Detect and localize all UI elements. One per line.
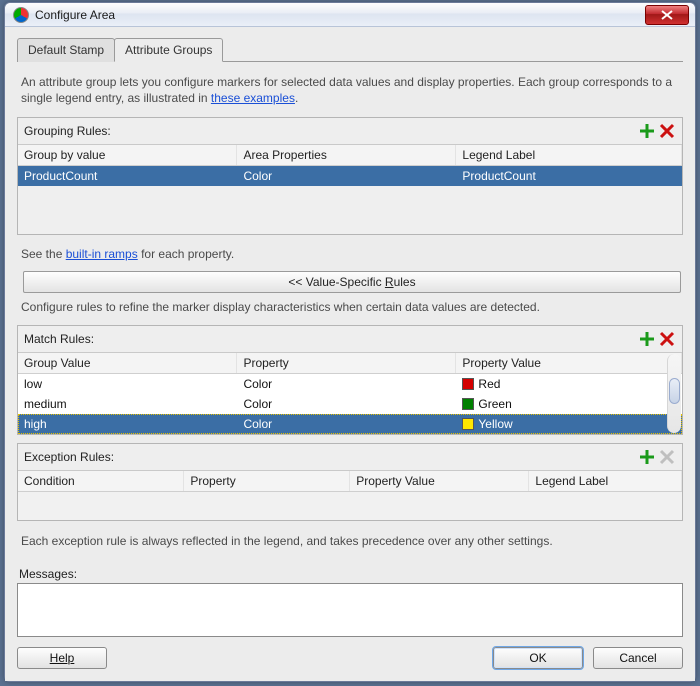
grouping-empty-area: [18, 186, 682, 234]
col-property-value[interactable]: Property Value: [456, 353, 682, 374]
color-swatch: [462, 398, 474, 410]
color-swatch: [462, 378, 474, 390]
exception-table-wrap: Condition Property Property Value Legend…: [18, 471, 682, 520]
match-rules-section: Match Rules: Group Value Property Proper…: [17, 325, 683, 435]
tab-attribute-groups[interactable]: Attribute Groups: [114, 38, 223, 62]
grouping-add-button[interactable]: [638, 122, 656, 140]
close-button[interactable]: [645, 5, 689, 25]
messages-box[interactable]: [17, 583, 683, 637]
ramps-pre: See the: [21, 247, 66, 261]
x-icon: [659, 123, 675, 139]
exception-add-button[interactable]: [638, 448, 656, 466]
pval-text: Red: [478, 377, 500, 391]
exception-remove-button: [658, 448, 676, 466]
cell-group-by[interactable]: ProductCount: [18, 165, 237, 186]
help-label: Help: [50, 651, 75, 665]
titlebar[interactable]: Configure Area: [5, 3, 695, 27]
col-condition[interactable]: Condition: [18, 471, 184, 492]
scroll-thumb[interactable]: [669, 378, 680, 404]
exception-empty-area: [18, 492, 682, 520]
col-group-by[interactable]: Group by value: [18, 145, 237, 166]
x-icon: [659, 449, 675, 465]
match-table[interactable]: Group Value Property Property Value low …: [18, 353, 682, 434]
close-icon: [661, 10, 673, 20]
grouping-table[interactable]: Group by value Area Properties Legend La…: [18, 145, 682, 186]
col-property[interactable]: Property: [237, 353, 456, 374]
col-group-value[interactable]: Group Value: [18, 353, 237, 374]
tab-bar: Default Stamp Attribute Groups: [17, 37, 683, 62]
dialog-footer: Help OK Cancel: [17, 637, 683, 669]
cell-gval[interactable]: high: [18, 414, 237, 434]
grouping-table-wrap: Group by value Area Properties Legend La…: [18, 145, 682, 234]
ramps-link[interactable]: built-in ramps: [66, 247, 138, 261]
color-swatch: [462, 418, 474, 430]
intro-text-b: .: [295, 91, 298, 105]
col-area-properties[interactable]: Area Properties: [237, 145, 456, 166]
match-table-wrap: Group Value Property Property Value low …: [18, 353, 682, 434]
cell-pval[interactable]: Red: [456, 373, 682, 394]
window-title: Configure Area: [35, 8, 645, 22]
x-icon: [659, 331, 675, 347]
grouping-row[interactable]: ProductCount Color ProductCount: [18, 165, 682, 186]
grouping-rules-title: Grouping Rules:: [24, 124, 636, 138]
cell-gval[interactable]: low: [18, 373, 237, 394]
plus-icon: [639, 449, 655, 465]
messages-label: Messages:: [19, 567, 683, 581]
tab-default-stamp[interactable]: Default Stamp: [17, 38, 115, 62]
match-scrollbar[interactable]: [667, 354, 681, 433]
dialog-body: Default Stamp Attribute Groups An attrib…: [5, 27, 695, 681]
exception-desc: Each exception rule is always reflected …: [21, 533, 679, 549]
vsr-prefix: << Value-Specific: [288, 275, 385, 289]
grouping-remove-button[interactable]: [658, 122, 676, 140]
intro-text: An attribute group lets you configure ma…: [21, 74, 679, 106]
match-rules-header: Match Rules:: [18, 326, 682, 353]
plus-icon: [639, 123, 655, 139]
value-specific-rules-button[interactable]: << Value-Specific Rules: [23, 271, 681, 293]
dialog-window: Configure Area Default Stamp Attribute G…: [4, 2, 696, 682]
cell-prop[interactable]: Color: [237, 373, 456, 394]
match-remove-button[interactable]: [658, 330, 676, 348]
exception-table[interactable]: Condition Property Property Value Legend…: [18, 471, 682, 492]
col-exc-property-value[interactable]: Property Value: [350, 471, 529, 492]
match-row[interactable]: high Color Yellow: [18, 414, 682, 434]
ok-button[interactable]: OK: [493, 647, 583, 669]
exception-rules-header: Exception Rules:: [18, 444, 682, 471]
cell-prop[interactable]: Color: [237, 394, 456, 414]
vsr-desc: Configure rules to refine the marker dis…: [21, 299, 679, 315]
grouping-rules-section: Grouping Rules: Group by value Area Prop…: [17, 117, 683, 235]
match-row[interactable]: low Color Red: [18, 373, 682, 394]
help-button[interactable]: Help: [17, 647, 107, 669]
cell-gval[interactable]: medium: [18, 394, 237, 414]
match-row[interactable]: medium Color Green: [18, 394, 682, 414]
exception-rules-section: Exception Rules: Condition Property Prop…: [17, 443, 683, 521]
grouping-rules-header: Grouping Rules:: [18, 118, 682, 145]
match-rules-title: Match Rules:: [24, 332, 636, 346]
ramps-post: for each property.: [138, 247, 235, 261]
cell-legend[interactable]: ProductCount: [456, 165, 682, 186]
ramps-text: See the built-in ramps for each property…: [21, 247, 679, 261]
pval-text: Green: [478, 397, 511, 411]
app-icon: [13, 7, 29, 23]
col-exc-legend[interactable]: Legend Label: [529, 471, 682, 492]
plus-icon: [639, 331, 655, 347]
cell-prop[interactable]: Color: [237, 414, 456, 434]
examples-link[interactable]: these examples: [211, 91, 295, 105]
cell-area-props[interactable]: Color: [237, 165, 456, 186]
vsr-suffix: ules: [394, 275, 416, 289]
col-exc-property[interactable]: Property: [184, 471, 350, 492]
exception-rules-title: Exception Rules:: [24, 450, 636, 464]
cell-pval[interactable]: Green: [456, 394, 682, 414]
intro-text-a: An attribute group lets you configure ma…: [21, 75, 672, 105]
match-add-button[interactable]: [638, 330, 656, 348]
cancel-button[interactable]: Cancel: [593, 647, 683, 669]
col-legend-label[interactable]: Legend Label: [456, 145, 682, 166]
pval-text: Yellow: [478, 417, 512, 431]
vsr-ul: R: [385, 275, 394, 289]
cell-pval[interactable]: Yellow: [456, 414, 682, 434]
